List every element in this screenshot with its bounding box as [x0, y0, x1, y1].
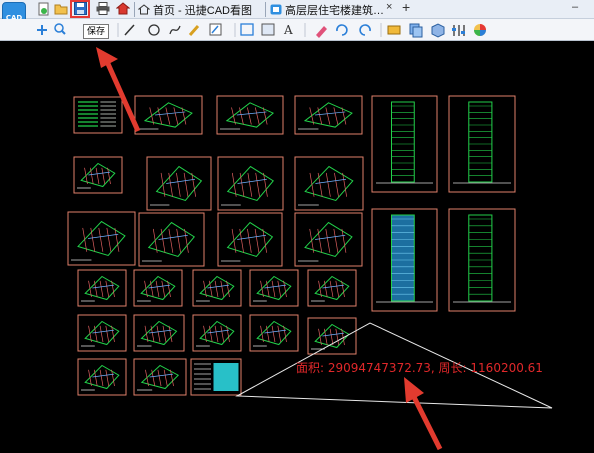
eraser-icon[interactable] — [316, 26, 327, 38]
drawing-sheet — [190, 358, 242, 396]
text-icon[interactable]: A — [283, 23, 293, 37]
redo-icon[interactable] — [359, 24, 371, 36]
copy-icon[interactable] — [409, 23, 423, 38]
drawing-sheet — [77, 314, 127, 352]
minimize-icon[interactable]: – — [572, 1, 578, 13]
drawing-sheet — [307, 269, 357, 307]
print-icon[interactable] — [95, 1, 110, 16]
text-edit-icon[interactable] — [209, 23, 222, 36]
drawing-file-icon — [270, 4, 282, 15]
drawing-sheet — [77, 269, 127, 307]
pan-icon[interactable] — [37, 25, 47, 35]
home-red-icon[interactable] — [115, 1, 130, 16]
close-tab-icon[interactable]: × — [386, 1, 392, 13]
drawing-sheet — [146, 156, 212, 211]
curve-icon[interactable] — [169, 25, 181, 35]
rectangle-icon[interactable] — [240, 23, 254, 36]
new-file-icon[interactable] — [36, 1, 51, 16]
drawing-sheet — [73, 96, 123, 134]
drawing-sheet — [192, 314, 242, 352]
tab-drawing-label: 高层层住宅楼建筑… — [285, 4, 384, 17]
drawing-sheets — [67, 95, 516, 396]
drawing-sheet — [217, 156, 284, 211]
drawing-sheet — [294, 156, 364, 211]
drawing-sheet — [67, 211, 136, 266]
drawing-sheet — [138, 212, 205, 267]
tab-home[interactable]: 首页 - 迅捷CAD看图 — [138, 1, 252, 18]
drawing-sheet — [133, 269, 183, 307]
zoom-icon[interactable] — [54, 23, 66, 35]
drawing-sheet — [371, 208, 438, 312]
3d-view-icon[interactable] — [431, 23, 445, 38]
drawing-sheet — [448, 95, 516, 193]
drawing-sheet — [133, 314, 185, 352]
image-icon[interactable] — [261, 23, 275, 36]
save-highlight-box — [70, 0, 90, 18]
drawing-sheet — [294, 212, 363, 267]
red-arrow-bottom — [404, 377, 443, 451]
drawing-sheet — [249, 269, 299, 307]
open-folder-icon[interactable] — [53, 1, 68, 16]
settings-icon[interactable] — [452, 25, 465, 36]
tab-drawing[interactable]: 高层层住宅楼建筑… — [270, 1, 384, 18]
drawing-sheet — [77, 358, 127, 396]
svg-text:A: A — [283, 23, 293, 37]
drawing-sheet — [216, 95, 284, 135]
layers-icon[interactable] — [387, 25, 401, 35]
line-icon[interactable] — [124, 24, 135, 36]
color-wheel-icon[interactable] — [474, 24, 486, 36]
drawing-sheet — [217, 212, 283, 267]
title-bar: CAD 首页 - 迅捷CAD看图 高层层住宅楼建筑… × + – — [0, 0, 594, 36]
new-tab-icon[interactable]: + — [402, 0, 410, 15]
undo-icon[interactable] — [336, 24, 348, 36]
drawing-sheet — [192, 269, 242, 307]
drawing-sheet — [307, 317, 357, 355]
drawing-sheet — [249, 314, 299, 352]
measure-readout: 面积: 29094747372.73, 周长: 1160200.61 — [296, 361, 543, 375]
drawing-sheet — [448, 208, 516, 312]
circle-icon[interactable] — [148, 24, 160, 36]
tab-home-label: 首页 - 迅捷CAD看图 — [153, 4, 252, 17]
drawing-sheet — [371, 95, 438, 193]
home-icon — [138, 4, 150, 15]
drawing-sheet — [134, 95, 203, 135]
save-tooltip: 保存 — [83, 24, 110, 39]
drawing-sheet — [133, 358, 187, 396]
drawing-sheet — [73, 156, 123, 194]
drawing-canvas[interactable] — [0, 41, 594, 453]
pencil-icon[interactable] — [188, 25, 200, 36]
drawing-sheet — [294, 95, 363, 135]
